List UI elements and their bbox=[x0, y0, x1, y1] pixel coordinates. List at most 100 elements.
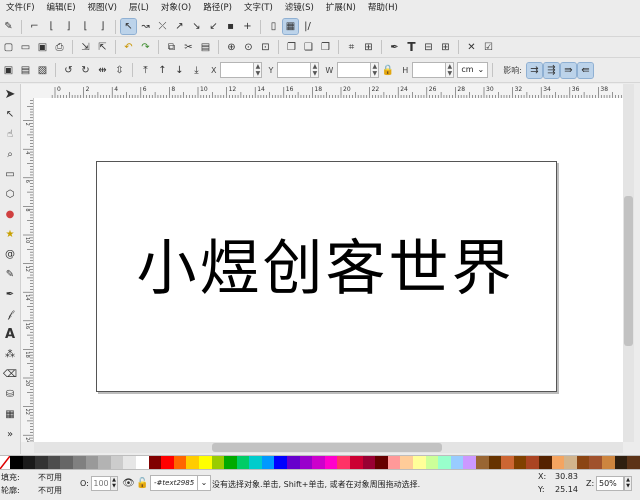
fill-stroke-icon[interactable]: ✒ bbox=[387, 40, 402, 55]
color-swatch[interactable] bbox=[224, 456, 237, 469]
layer-visibility-icon[interactable]: 👁 bbox=[121, 476, 136, 491]
pencil-tool-icon[interactable]: ✎ bbox=[2, 266, 18, 282]
zoom-tool-icon[interactable]: ⌕ bbox=[2, 146, 18, 162]
color-swatch[interactable] bbox=[22, 456, 36, 469]
spiral-tool-icon[interactable]: @ bbox=[2, 246, 18, 262]
ungroup-icon[interactable]: ⊞ bbox=[361, 40, 376, 55]
color-swatch[interactable] bbox=[85, 456, 99, 469]
color-swatch[interactable] bbox=[362, 456, 376, 469]
print-icon[interactable]: ⎙ bbox=[52, 40, 67, 55]
color-swatch[interactable] bbox=[513, 456, 527, 469]
save-icon[interactable]: ▣ bbox=[35, 40, 50, 55]
selector-tool-icon[interactable]: ➤ bbox=[2, 86, 18, 102]
export-icon[interactable]: ⇱ bbox=[95, 40, 110, 55]
canvas-text-object[interactable]: 小煜创客世界 bbox=[96, 234, 555, 304]
color-swatch[interactable] bbox=[35, 456, 48, 469]
snap-midpoint-icon[interactable]: ⌊ bbox=[78, 19, 93, 34]
stroke-value[interactable]: 不可用 bbox=[38, 485, 62, 496]
3d-box-tool-icon[interactable]: ⬡ bbox=[2, 186, 18, 202]
menu-help[interactable]: 帮助(H) bbox=[362, 0, 404, 17]
chevron-down-icon[interactable]: ⌄ bbox=[197, 475, 211, 491]
select-all-icon[interactable]: ▣ bbox=[1, 63, 16, 78]
menu-view[interactable]: 视图(V) bbox=[82, 0, 123, 17]
snap-corner-icon[interactable]: ⌋ bbox=[61, 19, 76, 34]
y-spinner[interactable]: ▲ ▼ bbox=[311, 62, 320, 78]
lower-to-bottom-icon[interactable]: ⤓ bbox=[189, 63, 204, 78]
color-swatch[interactable] bbox=[211, 456, 225, 469]
menu-text[interactable]: 文字(T) bbox=[238, 0, 279, 17]
menu-layer[interactable]: 层(L) bbox=[123, 0, 155, 17]
snap-intersection-icon[interactable]: ⤫ bbox=[155, 19, 170, 34]
snap-guide-icon[interactable]: |/ bbox=[300, 19, 315, 34]
lower-icon[interactable]: ↓ bbox=[172, 63, 187, 78]
snap-enable-icon[interactable]: ✎ bbox=[1, 19, 16, 34]
menu-filters[interactable]: 滤镜(S) bbox=[279, 0, 320, 17]
transform-patterns-icon[interactable]: ⇚ bbox=[576, 61, 594, 79]
color-swatch[interactable] bbox=[350, 456, 363, 469]
snap-nodes-icon[interactable]: ↖ bbox=[120, 18, 137, 35]
pen-tool-icon[interactable]: ✒ bbox=[2, 286, 18, 302]
clone-icon[interactable]: ❑ bbox=[301, 40, 316, 55]
menu-file[interactable]: 文件(F) bbox=[0, 0, 41, 17]
layer-lock-icon[interactable]: 🔓 bbox=[135, 476, 150, 491]
rotate-cw-icon[interactable]: ↻ bbox=[78, 63, 93, 78]
color-swatch[interactable] bbox=[186, 456, 199, 469]
color-swatch[interactable] bbox=[614, 456, 628, 469]
snap-line-midpoint-icon[interactable]: ↙ bbox=[206, 19, 221, 34]
horizontal-scrollbar[interactable] bbox=[34, 442, 623, 453]
color-swatch[interactable] bbox=[60, 456, 73, 469]
color-swatch[interactable] bbox=[324, 456, 338, 469]
color-swatch[interactable] bbox=[161, 456, 174, 469]
color-swatch[interactable] bbox=[501, 456, 514, 469]
scale-corners-icon[interactable]: ⇶ bbox=[542, 61, 560, 79]
color-swatch[interactable] bbox=[110, 456, 124, 469]
color-swatch[interactable] bbox=[274, 456, 288, 469]
color-swatch[interactable] bbox=[10, 456, 23, 469]
color-swatch[interactable] bbox=[538, 456, 552, 469]
color-swatch[interactable] bbox=[450, 456, 464, 469]
color-swatch[interactable] bbox=[287, 456, 300, 469]
unlink-clone-icon[interactable]: ❒ bbox=[318, 40, 333, 55]
color-swatch[interactable] bbox=[72, 456, 86, 469]
color-swatch[interactable] bbox=[387, 456, 401, 469]
color-swatch[interactable] bbox=[463, 456, 476, 469]
h-field[interactable] bbox=[412, 62, 447, 78]
more-tools-icon[interactable]: » bbox=[2, 426, 18, 442]
rectangle-tool-icon[interactable]: ▭ bbox=[2, 166, 18, 182]
color-swatch[interactable] bbox=[312, 456, 325, 469]
open-folder-icon[interactable]: ▭ bbox=[18, 40, 33, 55]
w-spinner[interactable]: ▲ ▼ bbox=[371, 62, 380, 78]
color-swatch[interactable] bbox=[564, 456, 577, 469]
zoom-drawing-icon[interactable]: ⊙ bbox=[241, 40, 256, 55]
y-field[interactable] bbox=[277, 62, 312, 78]
w-field[interactable] bbox=[337, 62, 372, 78]
color-swatch[interactable] bbox=[576, 456, 590, 469]
spray-tool-icon[interactable]: ⁂ bbox=[2, 346, 18, 362]
snap-edge-icon[interactable]: ⌊ bbox=[44, 19, 59, 34]
paste-icon[interactable]: ▤ bbox=[198, 40, 213, 55]
menu-path[interactable]: 路径(P) bbox=[197, 0, 238, 17]
color-swatch[interactable] bbox=[299, 456, 313, 469]
snap-smooth-icon[interactable]: ↘ bbox=[189, 19, 204, 34]
drawing-canvas[interactable]: 小煜创客世界 bbox=[34, 98, 623, 442]
color-swatch[interactable] bbox=[337, 456, 351, 469]
color-swatch[interactable] bbox=[47, 456, 61, 469]
rotate-ccw-icon[interactable]: ↺ bbox=[61, 63, 76, 78]
select-all-layers-icon[interactable]: ▤ bbox=[18, 63, 33, 78]
zoom-field[interactable]: 50% bbox=[596, 476, 624, 491]
gradient-tool-icon[interactable]: ▦ bbox=[2, 406, 18, 422]
calligraphy-tool-icon[interactable]: 𝒻 bbox=[2, 306, 18, 322]
x-field[interactable] bbox=[220, 62, 255, 78]
color-swatch[interactable] bbox=[198, 456, 212, 469]
snap-page-icon[interactable]: ▯ bbox=[266, 19, 281, 34]
xml-editor-icon[interactable]: ⊟ bbox=[421, 40, 436, 55]
new-document-icon[interactable]: ▢ bbox=[1, 40, 16, 55]
copy-icon[interactable]: ⧉ bbox=[164, 40, 179, 55]
undo-icon[interactable]: ↶ bbox=[121, 40, 136, 55]
color-swatch[interactable] bbox=[425, 456, 439, 469]
snap-cusp-icon[interactable]: ↗ bbox=[172, 19, 187, 34]
redo-icon[interactable]: ↷ bbox=[138, 40, 153, 55]
h-spinner[interactable]: ▲ ▼ bbox=[446, 62, 455, 78]
color-swatch[interactable] bbox=[475, 456, 489, 469]
zoom-selection-icon[interactable]: ⊕ bbox=[224, 40, 239, 55]
